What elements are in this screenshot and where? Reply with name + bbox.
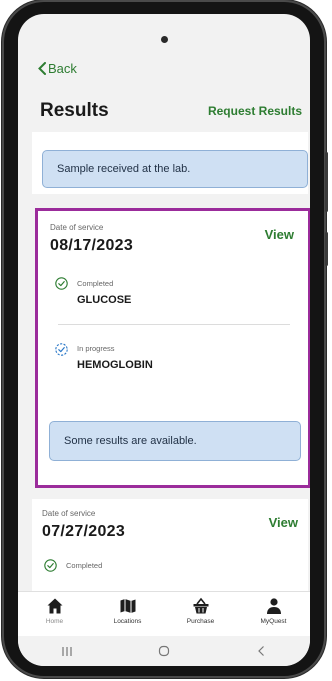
back-label: Back	[48, 61, 77, 76]
test-status-label: Completed	[77, 279, 114, 288]
view-link[interactable]: View	[265, 227, 294, 242]
tab-label: Purchase	[186, 618, 215, 625]
system-navigation-bar	[18, 636, 310, 666]
test-status-label: In progress	[77, 344, 115, 353]
home-system-button[interactable]	[144, 645, 184, 657]
bottom-tab-bar: Home Locations Purchase MyQuest	[18, 591, 310, 637]
chevron-left-icon	[38, 62, 46, 75]
status-message-text: Sample received at the lab.	[57, 163, 191, 175]
status-message: Sample received at the lab.	[42, 150, 308, 188]
recent-apps-button[interactable]	[47, 646, 87, 657]
chevron-left-icon	[258, 646, 265, 656]
home-circle-icon	[158, 645, 170, 657]
status-message-text: Some results are available.	[64, 435, 197, 447]
check-circle-icon	[44, 559, 57, 572]
tab-label: MyQuest	[260, 618, 287, 625]
view-link[interactable]: View	[269, 515, 298, 530]
phone-frame: Back Results Request Results Sample rece…	[4, 2, 328, 676]
test-name: GLUCOSE	[77, 294, 132, 306]
check-circle-icon	[55, 277, 68, 290]
test-name: HEMOGLOBIN	[77, 359, 153, 371]
progress-circle-icon	[55, 343, 68, 356]
tab-myquest[interactable]: MyQuest	[237, 592, 310, 637]
request-results-link[interactable]: Request Results	[208, 104, 302, 118]
tab-locations[interactable]: Locations	[91, 592, 164, 637]
status-message: Some results are available.	[49, 421, 301, 461]
date-of-service-label: Date of service	[42, 509, 96, 518]
person-icon	[266, 598, 281, 614]
screen: Back Results Request Results Sample rece…	[18, 14, 310, 666]
tab-purchase[interactable]: Purchase	[164, 592, 237, 637]
recents-icon	[62, 646, 72, 656]
divider	[58, 324, 290, 325]
volume-button	[325, 152, 328, 212]
date-of-service-label: Date of service	[50, 223, 104, 232]
back-system-button[interactable]	[241, 645, 281, 657]
service-date: 07/27/2023	[42, 523, 126, 540]
back-button[interactable]: Back	[38, 61, 77, 76]
tab-home[interactable]: Home	[18, 592, 91, 637]
result-card-highlighted[interactable]: Date of service 08/17/2023 View Complete…	[35, 208, 310, 488]
basket-icon	[193, 597, 208, 614]
result-card-next[interactable]: Date of service 07/27/2023 View Complete…	[32, 499, 308, 604]
tab-label: Home	[45, 618, 64, 625]
service-date: 08/17/2023	[50, 237, 134, 254]
map-icon	[120, 599, 135, 613]
front-camera	[161, 36, 168, 43]
page-title: Results	[40, 100, 109, 121]
tab-label: Locations	[113, 618, 142, 625]
test-status-label: Completed	[66, 561, 103, 570]
power-button	[325, 232, 328, 266]
result-card-previous: Sample received at the lab.	[32, 132, 308, 194]
home-icon	[47, 598, 62, 614]
